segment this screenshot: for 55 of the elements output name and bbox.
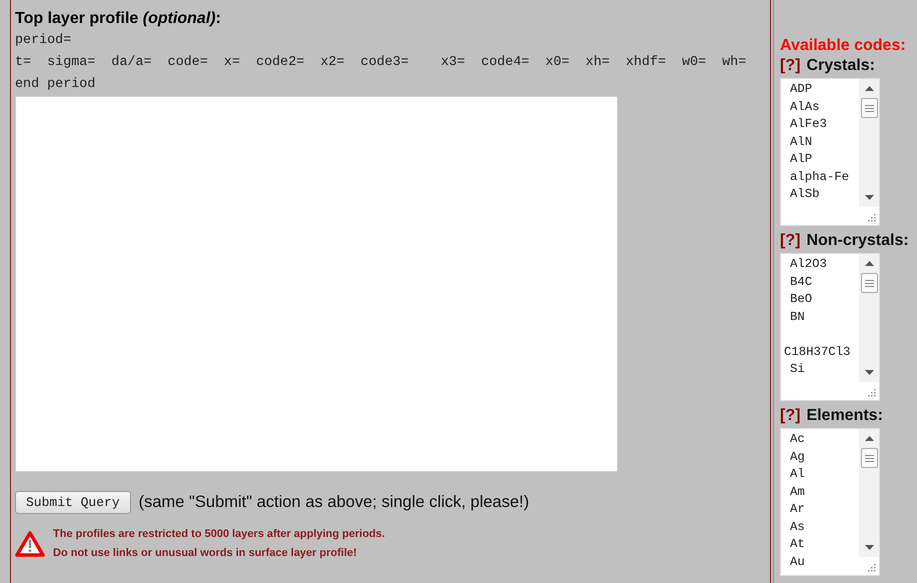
group-label: Elements: [806,407,883,425]
code-option[interactable]: BN [790,308,859,326]
code-option[interactable]: As [790,518,859,536]
scroll-up-icon[interactable] [864,261,874,267]
group-label: Non-crystals: [806,232,909,250]
scrollbar[interactable] [859,254,879,382]
code-option[interactable]: Si [790,361,859,378]
help-link[interactable]: [?] [780,232,800,250]
resize-grip-icon[interactable] [867,388,876,397]
warning-text: Do not use links or unusual words in surface layer profile! [53,547,358,559]
code-option[interactable]: Ar [790,501,859,518]
help-link[interactable]: [?] [780,57,800,75]
code-list[interactable]: ADP AlAs AlFe3 AlN AlP alpha-Fe AlSb [780,78,880,226]
code-option[interactable]: Al [790,466,859,484]
scroll-up-icon[interactable] [864,436,874,442]
scroll-thumb[interactable] [860,98,878,118]
help-link[interactable]: [?] [780,407,800,425]
scrollbar[interactable] [859,429,879,557]
code-list[interactable]: Ac Ag Al Am Ar As At Au [780,428,880,576]
code-option[interactable]: ADP [790,81,859,98]
template-line: t= sigma= da/a= code= x= code2= x2= code3= x3= code4= x0= xh= xhdf= w0= wh= [15,54,748,72]
code-option[interactable]: AlSb [790,186,859,204]
template-line: end period [15,76,96,94]
codes-title: Available codes: [780,37,907,55]
code-option[interactable]: alpha-Fe [790,168,859,186]
section-title: Top layer profile (optional): [15,10,222,28]
code-option[interactable]: AlN [790,134,859,151]
scroll-down-icon[interactable] [864,195,874,201]
code-list[interactable]: Al2O3 B4C BeO BN C18H37Cl3 Si [780,253,880,401]
code-option[interactable]: C18H37Cl3 [784,344,859,361]
code-option[interactable]: Ac [790,431,859,448]
scroll-thumb[interactable] [860,273,878,293]
scrollbar[interactable] [859,79,879,207]
code-option[interactable]: Ag [790,448,859,466]
code-option[interactable]: BeO [790,291,859,308]
scroll-down-icon[interactable] [864,545,874,551]
submit-button[interactable]: Submit Query [15,491,131,514]
code-option[interactable]: AlP [790,151,859,168]
warning-icon [15,530,45,556]
code-option[interactable]: AlFe3 [790,116,859,134]
scroll-thumb[interactable] [860,448,878,468]
resize-grip-icon[interactable] [867,563,876,572]
code-option[interactable]: Au [790,554,859,571]
submit-note: (same "Submit" action as above; single click, please!) [138,493,530,512]
code-option[interactable]: Al2O3 [790,256,859,274]
code-option[interactable]: At [790,536,859,554]
code-option[interactable]: AlAs [790,98,859,116]
code-option[interactable]: B4C [790,274,859,291]
code-option[interactable]: Am [790,484,859,501]
scroll-down-icon[interactable] [864,370,874,376]
group-label: Crystals: [806,57,875,75]
scroll-up-icon[interactable] [864,86,874,92]
resize-grip-icon[interactable] [867,213,876,222]
warning-text: The profiles are restricted to 5000 layers after applying periods. [53,528,385,540]
template-line: period= [15,32,72,50]
